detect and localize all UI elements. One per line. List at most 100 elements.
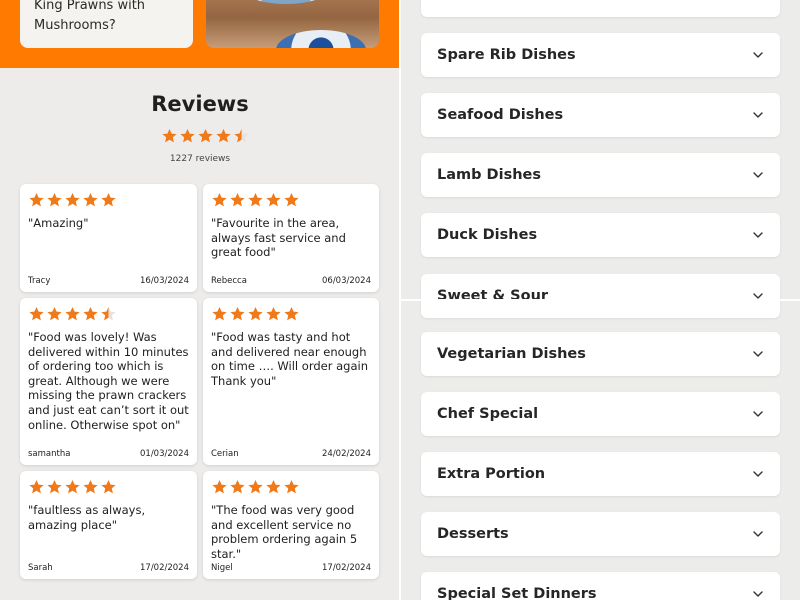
star-icon: [29, 307, 44, 321]
star-icon: [65, 307, 80, 321]
star-icon: [284, 480, 299, 494]
review-date: 17/02/2024: [322, 563, 371, 573]
promo-food-image[interactable]: [206, 0, 379, 48]
review-card: "Favourite in the area, always fast serv…: [203, 184, 379, 292]
chevron-down-icon[interactable]: [752, 468, 764, 480]
review-date: 24/02/2024: [322, 449, 371, 459]
chevron-down-icon[interactable]: [752, 109, 764, 121]
promo-card[interactable]: King Prawns with Mushrooms?: [20, 0, 193, 48]
star-icon: [234, 129, 249, 143]
review-text: "Food was lovely! Was delivered within 1…: [28, 330, 189, 432]
menu-categories-pane: Beef Dishes Spare Rib Dishes Seafood Dishe…: [401, 0, 800, 600]
star-icon: [248, 193, 263, 207]
chevron-down-icon[interactable]: [752, 528, 764, 540]
review-rating-stars: [28, 192, 189, 208]
reviews-pane: King Prawns with Mushrooms? Reviews 1227…: [0, 0, 400, 600]
review-author: Rebecca: [211, 276, 247, 286]
chevron-down-icon[interactable]: [752, 0, 764, 1]
star-icon: [65, 193, 80, 207]
chevron-down-icon[interactable]: [752, 348, 764, 360]
review-card: "Food was tasty and hot and delivered ne…: [203, 298, 379, 465]
chevron-down-icon[interactable]: [752, 408, 764, 420]
review-author: samantha: [28, 449, 71, 459]
category-label: Desserts: [437, 526, 509, 542]
star-icon: [180, 129, 195, 143]
review-text: "The food was very good and excellent se…: [211, 503, 358, 561]
category-chef-special[interactable]: Chef Special: [421, 392, 780, 436]
star-icon: [266, 193, 281, 207]
review-footer: Rebecca 06/03/2024: [211, 276, 371, 286]
category-label: Special Set Dinners: [437, 586, 597, 600]
bowl-image: [276, 30, 366, 48]
category-spare-rib-dishes[interactable]: Spare Rib Dishes: [421, 33, 780, 77]
review-footer: Tracy 16/03/2024: [28, 276, 189, 286]
review-text: "Amazing": [28, 216, 89, 230]
star-icon: [248, 480, 263, 494]
category-label: Chef Special: [437, 406, 539, 422]
star-icon: [101, 307, 116, 321]
review-card: "Food was lovely! Was delivered within 1…: [20, 298, 197, 465]
category-label: Beef Dishes: [437, 0, 534, 3]
review-author: Cerian: [211, 449, 239, 459]
category-beef-dishes[interactable]: Beef Dishes: [421, 0, 780, 17]
category-special-set-dinners[interactable]: Special Set Dinners: [421, 572, 780, 600]
reviews-count: 1227 reviews: [169, 154, 231, 164]
review-text: "faultless as always, amazing place": [28, 503, 146, 532]
star-icon: [266, 307, 281, 321]
category-label: Extra Portion: [437, 466, 546, 482]
category-label: Lamb Dishes: [437, 167, 541, 183]
star-icon: [284, 193, 299, 207]
star-icon: [65, 480, 80, 494]
review-footer: Sarah 17/02/2024: [28, 563, 189, 573]
category-label: Duck Dishes: [437, 227, 538, 243]
review-date: 06/03/2024: [322, 276, 371, 286]
star-icon: [230, 193, 245, 207]
star-icon: [101, 480, 116, 494]
star-icon: [29, 480, 44, 494]
review-date: 17/02/2024: [140, 563, 189, 573]
overall-rating-stars: [161, 128, 250, 146]
promo-text: King Prawns with Mushrooms?: [34, 0, 146, 33]
star-icon: [212, 193, 227, 207]
star-icon: [212, 480, 227, 494]
review-footer: samantha 01/03/2024: [28, 449, 189, 459]
review-rating-stars: [28, 479, 189, 495]
category-label: Seafood Dishes: [437, 107, 564, 123]
chevron-down-icon[interactable]: [752, 169, 764, 181]
review-rating-stars: [211, 479, 371, 495]
review-date: 16/03/2024: [140, 276, 189, 286]
category-vegetarian-dishes[interactable]: Vegetarian Dishes: [421, 332, 780, 376]
review-footer: Nigel 17/02/2024: [211, 563, 371, 573]
category-lamb-dishes[interactable]: Lamb Dishes: [421, 153, 780, 197]
chevron-down-icon[interactable]: [752, 588, 764, 600]
review-text: "Favourite in the area, always fast serv…: [211, 216, 346, 260]
review-author: Tracy: [28, 276, 51, 286]
star-icon: [230, 480, 245, 494]
category-sweet-sour[interactable]: Sweet & Sour: [421, 274, 780, 318]
review-card: "The food was very good and excellent se…: [203, 471, 379, 579]
category-duck-dishes[interactable]: Duck Dishes: [421, 213, 780, 257]
review-date: 01/03/2024: [140, 449, 189, 459]
star-icon: [266, 480, 281, 494]
category-label: Vegetarian Dishes: [437, 346, 586, 362]
star-icon: [216, 129, 231, 143]
star-icon: [248, 307, 263, 321]
category-label: Sweet & Sour: [437, 288, 549, 304]
star-icon: [284, 307, 299, 321]
review-footer: Cerian 24/02/2024: [211, 449, 371, 459]
star-icon: [47, 307, 62, 321]
review-rating-stars: [211, 306, 371, 322]
review-author: Sarah: [28, 563, 53, 573]
chevron-down-icon[interactable]: [752, 49, 764, 61]
star-icon: [230, 307, 245, 321]
food-plate-image: [226, 0, 346, 4]
category-extra-portion[interactable]: Extra Portion: [421, 452, 780, 496]
review-text: "Food was tasty and hot and delivered ne…: [211, 330, 368, 388]
category-seafood-dishes[interactable]: Seafood Dishes: [421, 93, 780, 137]
chevron-down-icon[interactable]: [752, 229, 764, 241]
category-desserts[interactable]: Desserts: [421, 512, 780, 556]
star-icon: [47, 193, 62, 207]
screenshot-seam: [401, 299, 800, 301]
review-rating-stars: [28, 306, 189, 322]
star-icon: [212, 307, 227, 321]
